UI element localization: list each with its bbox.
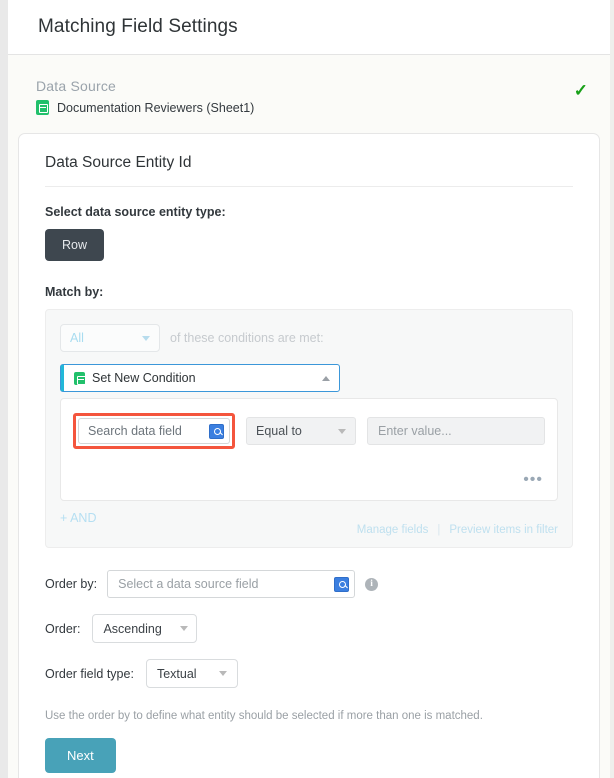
left-edge-strip: [0, 0, 8, 778]
page-title: Matching Field Settings: [38, 16, 238, 38]
order-by-placeholder: Select a data source field: [118, 577, 334, 591]
operator-value: Equal to: [256, 424, 302, 438]
condition-accent-bar: [61, 365, 64, 391]
add-and-condition-link[interactable]: + AND: [60, 511, 96, 525]
order-field-type-value: Textual: [157, 667, 197, 681]
order-direction-row: Order: Ascending: [45, 614, 573, 643]
match-by-label: Match by:: [45, 285, 573, 299]
conditions-footer: + AND Manage fields | Preview items in f…: [60, 511, 558, 537]
data-source-label: Data Source: [36, 78, 254, 94]
sheets-icon: [74, 372, 85, 385]
quantifier-select[interactable]: All: [60, 324, 160, 352]
search-icon[interactable]: [209, 424, 224, 439]
chevron-down-icon: [142, 336, 150, 341]
search-data-field-input[interactable]: Search data field: [78, 418, 230, 444]
data-source-value-row[interactable]: Documentation Reviewers (Sheet1): [36, 100, 254, 115]
quantifier-value: All: [70, 331, 84, 345]
entity-type-row-button[interactable]: Row: [45, 229, 104, 261]
order-help-text: Use the order by to define what entity s…: [45, 710, 573, 722]
order-field-type-row: Order field type: Textual: [45, 659, 573, 688]
next-button[interactable]: Next: [45, 738, 116, 773]
sheets-icon: [36, 100, 49, 115]
search-icon[interactable]: [334, 577, 349, 592]
data-source-info: Data Source Documentation Reviewers (She…: [36, 78, 254, 115]
footer-link-separator: |: [437, 524, 440, 536]
search-data-field-placeholder: Search data field: [88, 424, 209, 438]
entity-type-label: Select data source entity type:: [45, 205, 573, 219]
entity-id-card: Data Source Entity Id Select data source…: [18, 133, 600, 778]
info-icon[interactable]: i: [365, 578, 378, 591]
page-header: Matching Field Settings: [0, 0, 614, 55]
order-by-label: Order by:: [45, 577, 97, 591]
page-body: Data Source Documentation Reviewers (She…: [0, 56, 614, 778]
order-by-row: Order by: Select a data source field i: [45, 570, 573, 598]
card-title: Data Source Entity Id: [45, 154, 573, 172]
manage-fields-link[interactable]: Manage fields: [357, 524, 429, 536]
order-field-type-select[interactable]: Textual: [146, 659, 238, 688]
order-label: Order:: [45, 622, 80, 636]
condition-overflow-menu-icon[interactable]: •••: [523, 472, 543, 488]
card-divider: [45, 186, 573, 187]
chevron-down-icon: [219, 671, 227, 676]
order-field-type-label: Order field type:: [45, 667, 134, 681]
search-field-highlight: Search data field: [73, 413, 235, 449]
chevron-down-icon: [180, 626, 188, 631]
set-new-condition-label: Set New Condition: [92, 371, 322, 385]
set-new-condition-bar[interactable]: Set New Condition: [60, 364, 340, 392]
chevron-down-icon: [338, 429, 346, 434]
data-source-section: Data Source Documentation Reviewers (She…: [0, 56, 614, 133]
conditions-quantifier-row: All of these conditions are met:: [60, 324, 558, 352]
preview-items-link[interactable]: Preview items in filter: [449, 524, 558, 536]
condition-value-placeholder: Enter value...: [378, 424, 452, 438]
data-source-valid-check-icon: ✓: [574, 78, 588, 99]
operator-select[interactable]: Equal to: [246, 417, 356, 445]
quantifier-suffix-text: of these conditions are met:: [170, 331, 324, 345]
conditions-panel: All of these conditions are met: Set New…: [45, 309, 573, 548]
order-direction-value: Ascending: [103, 622, 161, 636]
order-direction-select[interactable]: Ascending: [92, 614, 197, 643]
condition-row: Search data field Equal to Enter value..…: [73, 413, 545, 449]
data-source-name: Documentation Reviewers (Sheet1): [57, 101, 254, 115]
conditions-footer-links: Manage fields | Preview items in filter: [357, 524, 558, 536]
chevron-up-icon[interactable]: [322, 376, 330, 381]
order-by-field-input[interactable]: Select a data source field: [107, 570, 355, 598]
condition-value-input[interactable]: Enter value...: [367, 417, 545, 445]
condition-editor: Search data field Equal to Enter value..…: [60, 398, 558, 501]
right-edge-strip: [610, 0, 614, 778]
